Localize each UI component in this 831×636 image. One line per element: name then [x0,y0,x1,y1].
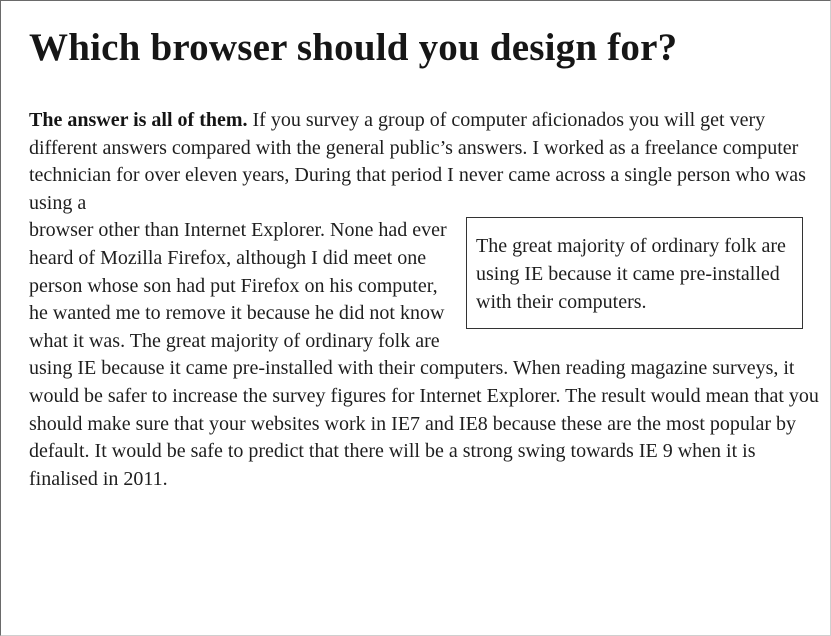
pull-quote-box: The great majority of ordinary folk are … [466,217,803,330]
article-heading: Which browser should you design for? [29,26,678,69]
article-lead: The answer is all of them. [29,109,248,131]
article-body: The answer is all of them. If you survey… [29,107,829,493]
document-page: Which browser should you design for? The… [0,0,831,636]
